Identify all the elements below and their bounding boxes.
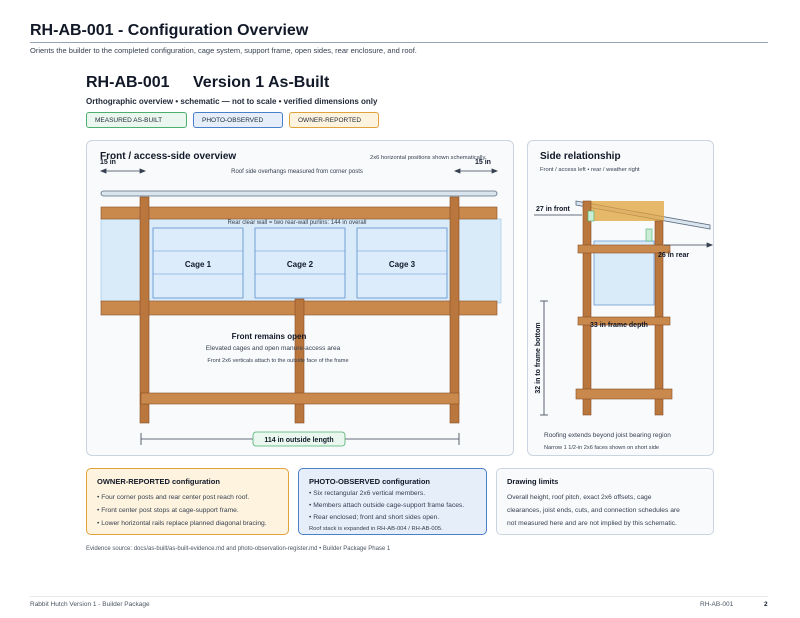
- roof-edge: [100, 190, 498, 197]
- rear-height-dimension: [664, 242, 714, 248]
- cage-2-label: Cage 2: [287, 260, 314, 269]
- rear-height-label: 26 in rear: [658, 252, 689, 259]
- photo-item: • Members attach outside cage-support fr…: [309, 502, 465, 509]
- top-beam: [100, 206, 498, 220]
- photo-item: • Six rectangular 2x6 vertical members.: [309, 490, 426, 497]
- side-orientation-note: Front / access left • rear / weather rig…: [540, 167, 640, 173]
- side-front-marker: [587, 210, 595, 222]
- front-positions-note: 2x6 horizontal positions shown schematic…: [370, 155, 485, 161]
- overhang-right-label: 15 in: [475, 159, 491, 166]
- drawing-limits-box: Drawing limits Overall height, roof pitc…: [496, 468, 714, 535]
- right-corner-post: [449, 196, 460, 424]
- photo-note: Roof stack is expanded in RH-AB-004 / RH…: [309, 526, 443, 532]
- photo-observed-box: PHOTO-OBSERVED configuration • Six recta…: [298, 468, 487, 535]
- header-divider: [30, 42, 768, 43]
- footer-doc-id: RH-AB-001: [700, 601, 734, 608]
- frame-height-label: 32 in to frame bottom: [535, 322, 542, 393]
- limits-line: Overall height, roof pitch, exact 2x6 of…: [507, 494, 652, 501]
- footer-title: Rabbit Hutch Version 1 - Builder Package: [30, 601, 150, 608]
- side-relationship-drawing: Side relationship Front / access left • …: [534, 151, 714, 451]
- page-subtitle: Orients the builder to the completed con…: [30, 46, 417, 55]
- side-joists: [586, 201, 664, 221]
- side-rear-marker: [645, 228, 653, 242]
- legend-photo: PHOTO-OBSERVED: [193, 112, 283, 128]
- overhang-right-dimension: [453, 168, 499, 174]
- length-label: 114 in outside length: [264, 437, 333, 444]
- document-subtitle: Orthographic overview • schematic — not …: [86, 97, 378, 106]
- owner-item: • Front center post stops at cage-suppor…: [97, 507, 239, 514]
- front-open-line1: Elevated cages and open manure-access ar…: [206, 345, 341, 352]
- legend-measured: MEASURED AS-BUILT: [86, 112, 187, 128]
- overhang-note: Roof side overhangs measured from corner…: [231, 169, 363, 175]
- side-lower-rail: [575, 388, 673, 400]
- document-id: RH-AB-001: [86, 74, 170, 91]
- cage-3: Cage 3: [356, 227, 448, 299]
- legend-owner: OWNER-REPORTED: [289, 112, 379, 128]
- owner-reported-title: OWNER-REPORTED configuration: [97, 477, 220, 486]
- side-panel-title: Side relationship: [540, 151, 621, 162]
- owner-reported-box: OWNER-REPORTED configuration • Four corn…: [86, 468, 289, 535]
- footer-divider: [30, 596, 768, 597]
- frame-depth-label: 33 in frame depth: [590, 322, 648, 329]
- cage-3-label: Cage 3: [389, 260, 416, 269]
- side-upper-rail: [577, 244, 671, 254]
- limits-line: not measured here and are not implied by…: [507, 520, 677, 527]
- photo-observed-title: PHOTO-OBSERVED configuration: [309, 477, 430, 486]
- limits-line: clearances, joist ends, cuts, and connec…: [507, 507, 680, 514]
- page-number: 2: [764, 601, 768, 608]
- owner-item: • Lower horizontal rails replace planned…: [97, 520, 267, 527]
- front-overview-panel: Front / access-side overview 2x6 horizon…: [86, 140, 514, 456]
- evidence-source: Evidence source: docs/as-built/as-built-…: [86, 546, 391, 552]
- side-relationship-panel: Side relationship Front / access left • …: [527, 140, 714, 456]
- overhang-left-label: 15 in: [100, 159, 116, 166]
- overhang-left-dimension: [99, 168, 147, 174]
- front-open-line2: Front 2x6 verticals attach to the outsid…: [207, 358, 348, 364]
- cage-2: Cage 2: [254, 227, 346, 299]
- cage-1: Cage 1: [152, 227, 244, 299]
- side-front-post: [582, 200, 592, 416]
- side-note-faces: Narrow 1 1/2-in 2x6 faces shown on short…: [544, 445, 659, 451]
- lower-rail: [140, 392, 460, 405]
- left-corner-post: [139, 196, 150, 424]
- owner-item: • Four corner posts and rear center post…: [97, 494, 250, 501]
- photo-item: • Rear enclosed; front and short sides o…: [309, 514, 440, 521]
- front-overview-drawing: Front / access-side overview 2x6 horizon…: [99, 151, 502, 447]
- cage-1-label: Cage 1: [185, 260, 212, 269]
- page-title: RH-AB-001 - Configuration Overview: [30, 22, 309, 39]
- drawing-limits-title: Drawing limits: [507, 477, 559, 486]
- side-note-roofing: Roofing extends beyond joist bearing reg…: [544, 432, 671, 439]
- front-open-title: Front remains open: [232, 332, 307, 341]
- front-height-label: 27 in front: [536, 206, 571, 213]
- document-version: Version 1 As-Built: [193, 74, 330, 91]
- rear-wall-note: Rear clear wall = two rear-wall purlins:…: [228, 220, 367, 226]
- front-panel-title: Front / access-side overview: [100, 151, 236, 162]
